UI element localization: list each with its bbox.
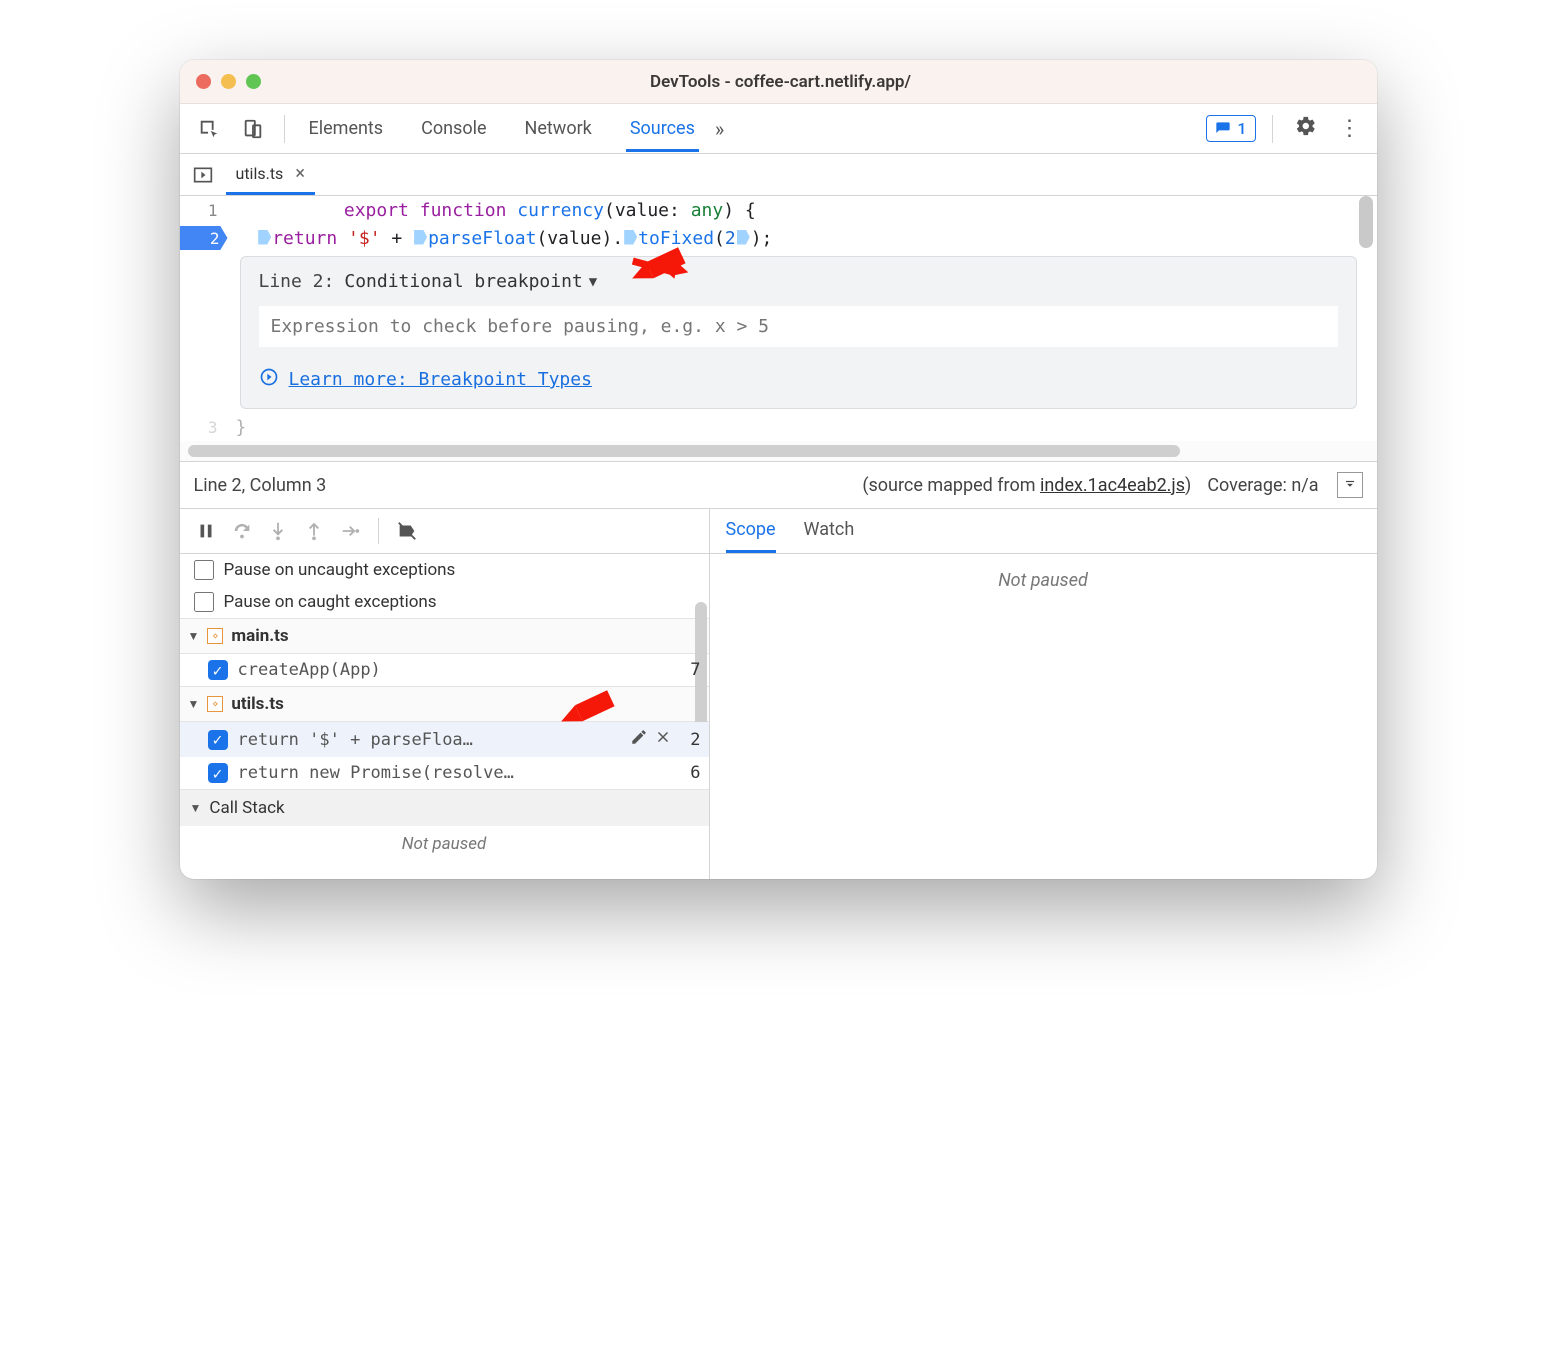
main-toolbar: Elements Console Network Sources » 1 ⋮ [180,104,1377,154]
breakpoint-type-dropdown[interactable]: Conditional breakpoint ▼ [344,271,597,292]
breakpoint-row[interactable]: ✓ return '$' + parseFloa… 2 [180,722,709,757]
step-into-icon[interactable] [262,517,294,545]
tab-network[interactable]: Network [521,106,596,152]
panel-tabs: Elements Console Network Sources [305,106,699,152]
pause-caught-checkbox[interactable] [194,592,214,612]
pause-script-icon[interactable] [190,517,222,545]
source-mapped-label: (source mapped from index.1ac4eab2.js) [862,475,1191,496]
editor-area: 1 export function currency(value: any) {… [180,196,1377,461]
call-stack-not-paused: Not paused [180,826,709,854]
issues-count: 1 [1237,119,1246,138]
debugger-panels: Pause on uncaught exceptions Pause on ca… [180,509,1377,879]
code-line-2[interactable]: 2 return '$' + parseFloat(value).toFixed… [180,224,1377,252]
more-options-icon[interactable]: ⋮ [1333,116,1367,141]
editor-horizontal-scrollbar[interactable] [180,441,1377,461]
breakpoint-row[interactable]: ✓ createApp(App) 7 [180,654,709,686]
breakpoint-checkbox[interactable]: ✓ [208,730,228,750]
breakpoint-row[interactable]: ✓ return new Promise(resolve… 6 [180,757,709,789]
edit-breakpoint-icon[interactable] [630,728,648,751]
breakpoints-panel: Pause on uncaught exceptions Pause on ca… [180,509,710,879]
cursor-position: Line 2, Column 3 [194,475,327,496]
statusbar-dropdown-icon[interactable] [1337,472,1363,498]
breakpoint-checkbox[interactable]: ✓ [208,763,228,783]
code-editor[interactable]: 1 export function currency(value: any) {… [180,196,1377,441]
tab-sources[interactable]: Sources [626,106,699,152]
devtools-window: DevTools - coffee-cart.netlify.app/ Elem… [180,60,1377,879]
editor-statusbar: Line 2, Column 3 (source mapped from ind… [180,461,1377,509]
inline-breakpoint-marker[interactable] [258,230,271,245]
gutter-breakpoint-line-2[interactable]: 2 [180,226,228,250]
breakpoint-edit-popup: Line 2: Conditional breakpoint ▼ Learn m… [240,256,1357,409]
inspect-element-icon[interactable] [190,112,228,146]
file-icon: ⋄ [207,628,223,644]
coverage-label: Coverage: n/a [1207,475,1318,496]
call-stack-header[interactable]: ▼ Call Stack [180,789,709,826]
close-window-button[interactable] [196,74,211,89]
deactivate-breakpoints-icon[interactable] [391,517,423,545]
step-out-icon[interactable] [298,517,330,545]
triangle-down-icon: ▼ [190,801,202,815]
file-icon: ⋄ [207,696,223,712]
triangle-down-icon: ▼ [188,697,200,711]
scope-watch-panel: Scope Watch Not paused [710,509,1377,879]
source-map-link[interactable]: index.1ac4eab2.js [1040,475,1185,496]
chevron-down-icon: ▼ [589,274,597,290]
debugger-toolbar [180,509,709,554]
tab-console[interactable]: Console [417,106,490,152]
inline-breakpoint-marker[interactable] [624,230,637,245]
step-over-icon[interactable] [226,517,258,545]
scope-not-paused: Not paused [710,554,1377,879]
device-toolbar-icon[interactable] [234,112,272,146]
breakpoint-condition-input[interactable] [259,306,1338,347]
inline-breakpoint-marker[interactable] [414,230,427,245]
settings-icon[interactable] [1289,115,1323,143]
triangle-down-icon: ▼ [188,629,200,643]
breakpoint-checkbox[interactable]: ✓ [208,660,228,680]
step-icon[interactable] [334,517,366,545]
breakpoint-group-main[interactable]: ▼ ⋄ main.ts [180,618,709,654]
titlebar: DevTools - coffee-cart.netlify.app/ [180,60,1377,104]
navigator-toggle-icon[interactable] [180,165,226,185]
tab-elements[interactable]: Elements [305,106,388,152]
gutter-line-3[interactable]: 3 [180,418,228,437]
breakpoint-group-utils[interactable]: ▼ ⋄ utils.ts [180,686,709,722]
gutter-line-1[interactable]: 1 [180,201,228,220]
code-line-3[interactable]: 3 } [180,413,1377,441]
breakpoint-line-label: Line 2: [259,271,335,292]
issues-badge[interactable]: 1 [1206,115,1255,142]
inline-breakpoint-marker[interactable] [737,230,750,245]
tab-scope[interactable]: Scope [726,519,776,553]
right-panel-tabs: Scope Watch [710,509,1377,554]
window-title: DevTools - coffee-cart.netlify.app/ [261,72,1301,92]
pause-uncaught-row[interactable]: Pause on uncaught exceptions [180,554,709,586]
more-tabs-button[interactable]: » [705,117,734,141]
left-panel-content: Pause on uncaught exceptions Pause on ca… [180,554,709,854]
pause-uncaught-checkbox[interactable] [194,560,214,580]
info-arrow-icon [259,367,279,392]
tab-watch[interactable]: Watch [804,519,855,553]
code-line-1[interactable]: 1 export function currency(value: any) { [180,196,1377,224]
maximize-window-button[interactable] [246,74,261,89]
learn-more-link[interactable]: Learn more: Breakpoint Types [289,369,592,390]
traffic-lights [196,74,261,89]
pause-caught-row[interactable]: Pause on caught exceptions [180,586,709,618]
remove-breakpoint-icon[interactable] [654,728,672,751]
minimize-window-button[interactable] [221,74,236,89]
